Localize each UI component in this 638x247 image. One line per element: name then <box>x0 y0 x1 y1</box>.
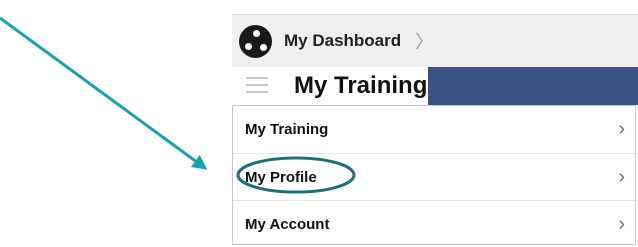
menu-item-my-profile[interactable]: My Profile › <box>233 153 635 200</box>
menu-item-label: My Training <box>245 121 329 138</box>
menu-item-label: My Profile <box>245 168 317 186</box>
title-accent-block <box>428 67 638 105</box>
app-window: My Dashboard 〉 My Training My Training ›… <box>232 0 638 245</box>
navigation-menu: My Training › My Profile › My Account › <box>232 105 636 245</box>
chevron-right-icon: › <box>618 118 625 140</box>
dashboard-header: My Dashboard 〉 <box>232 14 638 68</box>
hamburger-icon[interactable] <box>246 77 268 98</box>
page-title-bar: My Training <box>232 67 638 105</box>
dashboard-title[interactable]: My Dashboard <box>284 31 401 51</box>
chevron-right-icon: › <box>618 212 625 235</box>
menu-item-label: My Account <box>245 215 330 233</box>
menu-item-my-account[interactable]: My Account › <box>233 200 635 247</box>
dashboard-logo-icon[interactable] <box>239 24 272 58</box>
page-title: My Training <box>294 72 428 99</box>
breadcrumb-chevron-icon: 〉 <box>415 32 434 52</box>
menu-item-my-training[interactable]: My Training › <box>233 106 635 153</box>
chevron-right-icon: › <box>618 165 625 188</box>
annotation-text-fragment: d <box>0 140 14 164</box>
